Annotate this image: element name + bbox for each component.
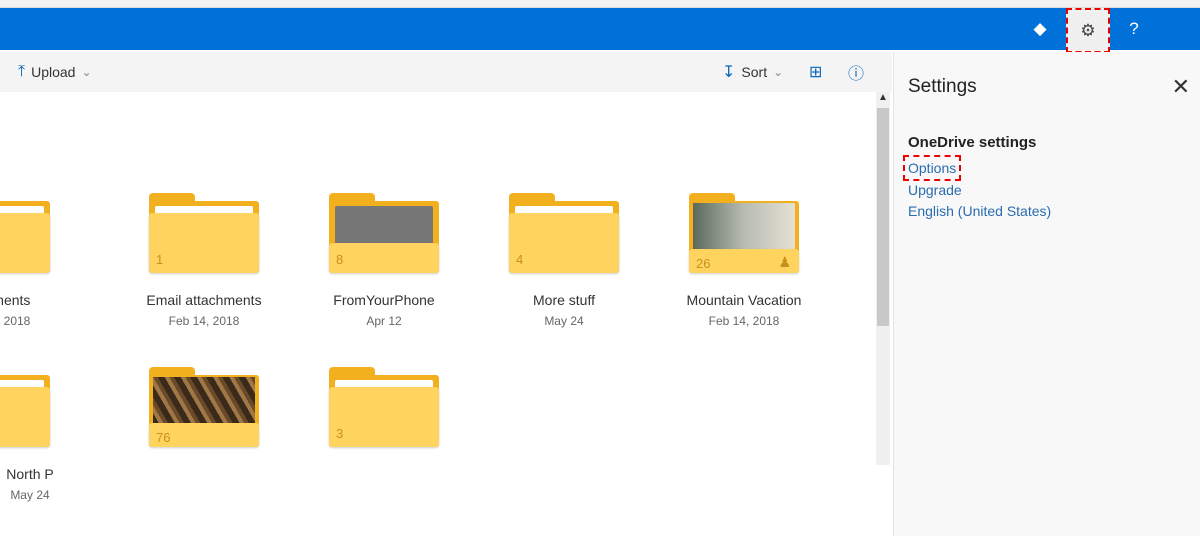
scroll-up-icon[interactable]: ▲	[876, 92, 890, 103]
folder-tile[interactable]: North P May 24	[0, 367, 75, 502]
help-label: ?	[1129, 19, 1139, 38]
folder-date: Feb 14, 2018	[168, 314, 240, 328]
folder-tile[interactable]: 3	[304, 367, 464, 447]
upgrade-link[interactable]: Upgrade	[908, 182, 962, 198]
chevron-down-icon: ⌄	[81, 65, 92, 79]
chevron-down-icon: ⌄	[773, 65, 784, 79]
folder-count: 26	[696, 256, 711, 271]
upload-icon: ⤒	[18, 63, 26, 80]
settings-title: Settings	[908, 76, 977, 97]
folder-count: 3	[336, 426, 344, 441]
folder-name: North P	[6, 466, 54, 482]
onedrive-settings-heading: OneDrive settings	[908, 134, 1037, 151]
close-icon[interactable]: ✕	[1172, 74, 1190, 100]
upload-button[interactable]: ⤒ Upload ⌄	[18, 52, 92, 92]
folder-tile[interactable]: 4 More stuff May 24	[484, 193, 644, 328]
info-icon: ⓘ	[848, 66, 865, 83]
grid-icon: ⊞	[809, 64, 823, 81]
vertical-scrollbar[interactable]: ▲	[876, 92, 890, 465]
sort-button[interactable]: ↧ Sort ⌄	[722, 52, 783, 92]
shared-icon: ♟	[778, 254, 791, 270]
folder-name: Documents	[0, 292, 31, 308]
folder-date: May 24	[544, 314, 584, 328]
folder-tile[interactable]: 26 ♟ Mountain Vacation Feb 14, 2018	[664, 193, 824, 328]
folder-tile[interactable]: 76	[124, 367, 284, 447]
browser-strip	[0, 0, 1200, 8]
folder-date: Feb 14, 2018	[708, 314, 780, 328]
folder-name: More stuff	[533, 292, 595, 308]
command-bar: ⤒ Upload ⌄ ↧ Sort ⌄ ⊞ ⓘ	[0, 52, 892, 92]
folder-date: Feb 14, 2018	[0, 314, 31, 328]
folder-tile[interactable]: 1 Email attachments Feb 14, 2018	[124, 193, 284, 328]
options-link[interactable]: Options	[902, 155, 962, 181]
info-button[interactable]: ⓘ	[848, 52, 864, 92]
language-link[interactable]: English (United States)	[908, 203, 1051, 219]
folder-date: Apr 12	[366, 314, 402, 328]
settings-panel: Settings ✕ OneDrive settings Options Upg…	[893, 52, 1200, 536]
view-toggle-button[interactable]: ⊞	[809, 52, 822, 92]
upload-label: Upload	[31, 64, 76, 80]
folder-count: 1	[156, 252, 164, 267]
folder-date: May 24	[10, 488, 50, 502]
sort-icon: ↧	[722, 64, 736, 81]
folder-tile[interactable]: Documents Feb 14, 2018	[0, 193, 75, 328]
help-icon[interactable]: ?	[1112, 8, 1156, 50]
gear-icon[interactable]: ⚙	[1066, 8, 1110, 53]
folder-count: 76	[156, 430, 171, 445]
folder-grid: Documents Feb 14, 2018 1 Email attachmen…	[0, 92, 876, 536]
folder-name: Email attachments	[146, 292, 262, 308]
folder-count: 4	[516, 252, 524, 267]
scrollbar-thumb[interactable]	[877, 108, 889, 326]
folder-name: FromYourPhone	[333, 292, 435, 308]
diamond-icon[interactable]: ◆	[1018, 8, 1062, 50]
folder-count: 8	[336, 252, 344, 267]
folder-name: Mountain Vacation	[686, 292, 802, 308]
folder-tile[interactable]: 8 FromYourPhone Apr 12	[304, 193, 464, 328]
sort-label: Sort	[741, 64, 768, 80]
